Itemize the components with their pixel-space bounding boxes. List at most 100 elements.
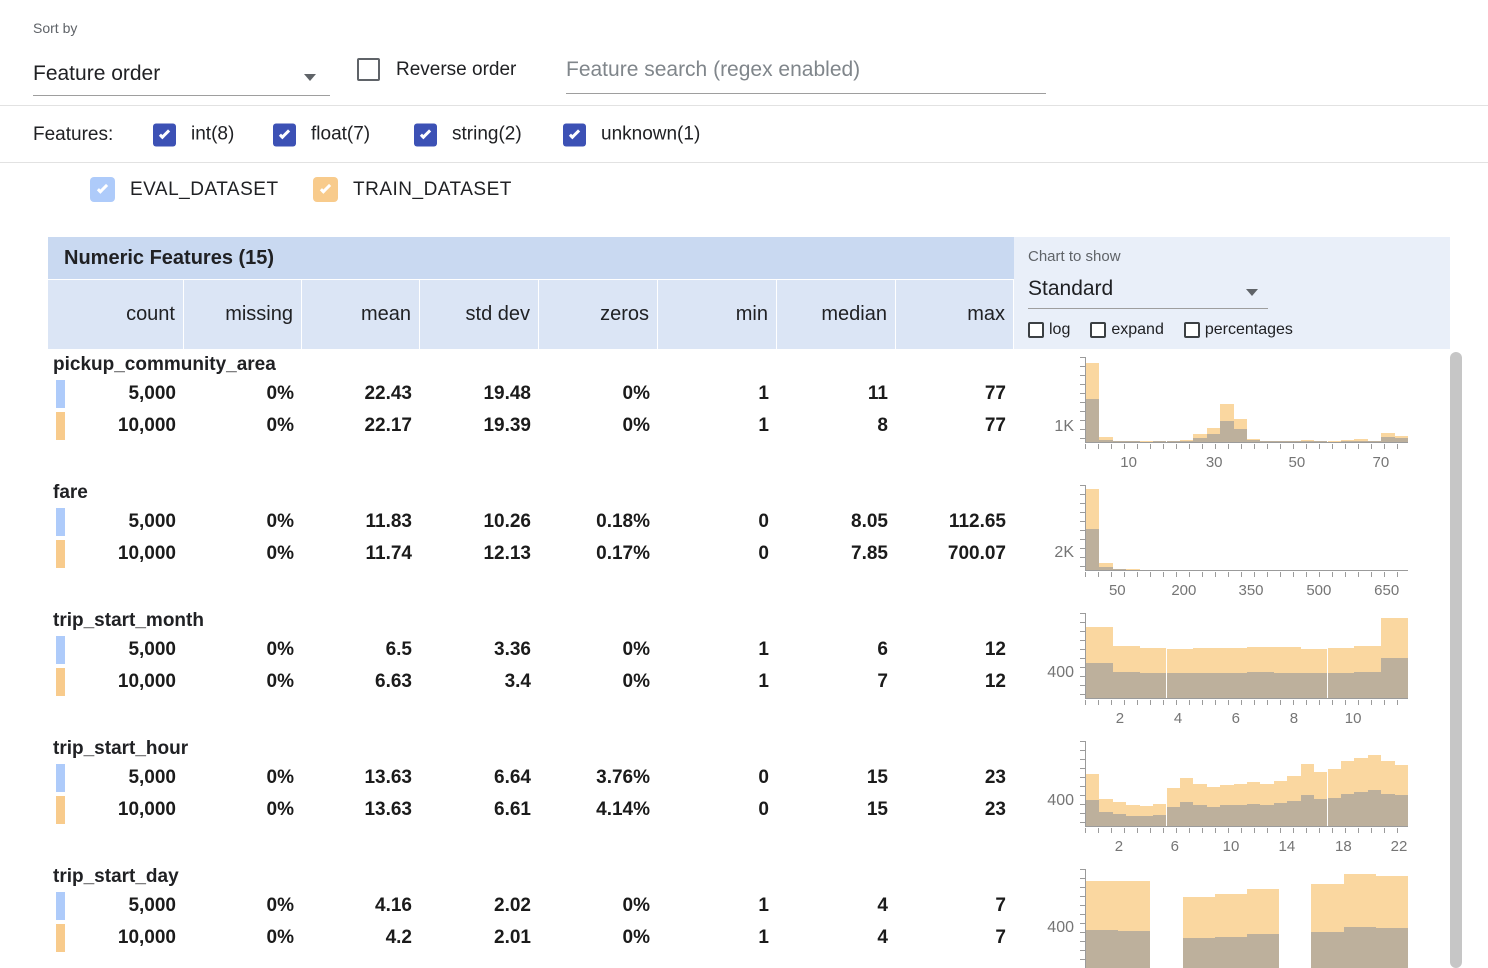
stat-value: 10.26 — [420, 506, 539, 538]
stat-value: 11 — [777, 378, 896, 410]
y-axis-ticks — [1080, 869, 1085, 968]
stat-value: 6.5 — [302, 634, 420, 666]
histogram-pickup_community_area: 1K 10305070 — [1014, 357, 1434, 479]
reverse-order-control: Reverse order — [357, 58, 516, 81]
stat-value: 0 — [658, 538, 777, 570]
filter-item-unknown: unknown(1) — [563, 123, 700, 146]
eval-dataset-checkbox[interactable] — [90, 177, 115, 202]
sort-by-value: Feature order — [33, 62, 160, 86]
dataset-item-train: TRAIN_DATASET — [313, 177, 512, 202]
x-axis-labels: 2610141822 — [1085, 827, 1408, 855]
log-label: log — [1049, 321, 1070, 339]
histogram-plot — [1085, 613, 1408, 699]
percentages-checkbox[interactable] — [1184, 322, 1200, 338]
stat-value: 2.02 — [420, 890, 539, 922]
x-axis-labels: 10305070 — [1085, 443, 1408, 471]
y-axis-tick-label: 400 — [1047, 664, 1074, 682]
stat-value: 0% — [184, 410, 302, 442]
string-filter-checkbox[interactable] — [414, 123, 437, 146]
stat-value: 6.64 — [420, 762, 539, 794]
stat-value: 0% — [184, 762, 302, 794]
numeric-features-title: Numeric Features (15) — [48, 237, 1014, 279]
stat-value: 6 — [777, 634, 896, 666]
dataset-legend-row: EVAL_DATASET TRAIN_DATASET — [0, 163, 1488, 237]
stat-value: 4 — [777, 890, 896, 922]
stat-value: 7 — [896, 890, 1014, 922]
features-filter-label: Features: — [33, 124, 113, 146]
stat-value: 6.63 — [302, 666, 420, 698]
int-filter-checkbox[interactable] — [153, 123, 176, 146]
train-stats-row: 10,0000%11.7412.130.17%07.85700.07 — [48, 538, 1014, 570]
log-checkbox[interactable] — [1028, 322, 1044, 338]
stat-value: 0% — [184, 634, 302, 666]
x-axis-tick-label: 10 — [1120, 454, 1137, 471]
column-header: zeros — [539, 280, 658, 349]
stat-value: 0% — [539, 666, 658, 698]
stat-value: 1 — [658, 410, 777, 442]
feature-name: trip_start_hour — [48, 736, 1014, 762]
reverse-order-checkbox[interactable] — [357, 58, 380, 81]
x-axis-tick-label: 8 — [1290, 710, 1298, 727]
x-axis-tick-label: 22 — [1391, 838, 1408, 855]
y-axis-ticks — [1080, 741, 1085, 827]
train-dataset-checkbox[interactable] — [313, 177, 338, 202]
stat-value: 1 — [658, 922, 777, 954]
y-axis-ticks — [1080, 357, 1085, 443]
train-color-swatch — [56, 796, 65, 824]
stat-value: 23 — [896, 762, 1014, 794]
x-axis-tick-label: 350 — [1239, 582, 1264, 599]
reverse-order-label: Reverse order — [396, 59, 516, 81]
train-stats-row: 10,0000%22.1719.390%1877 — [48, 410, 1014, 442]
feature-search-input[interactable] — [566, 52, 1046, 94]
histogram-plot — [1085, 741, 1408, 827]
dataset-item-eval: EVAL_DATASET — [90, 177, 279, 202]
stat-value: 0.18% — [539, 506, 658, 538]
stat-value: 5,000 — [48, 762, 184, 794]
unknown-filter-checkbox[interactable] — [563, 123, 586, 146]
column-header: std dev — [420, 280, 539, 349]
x-axis-labels: 246810 — [1085, 699, 1408, 727]
x-axis-tick-label: 4 — [1174, 710, 1182, 727]
stat-value: 11.83 — [302, 506, 420, 538]
stat-value: 1 — [658, 890, 777, 922]
check-icon — [97, 182, 108, 193]
stat-value: 1 — [658, 666, 777, 698]
feature-block-trip_start_hour: trip_start_hour 5,0000%13.636.643.76%015… — [0, 736, 1450, 864]
feature-block-trip_start_day: trip_start_day 5,0000%4.162.020%147 10,0… — [0, 864, 1450, 968]
feature-block-trip_start_month: trip_start_month 5,0000%6.53.360%1612 10… — [0, 608, 1450, 736]
eval-stats-row: 5,0000%6.53.360%1612 — [48, 634, 1014, 666]
column-header: count — [48, 280, 184, 349]
column-header: missing — [184, 280, 302, 349]
filter-item-float: float(7) — [273, 123, 370, 146]
histogram-plot — [1085, 869, 1408, 968]
expand-checkbox[interactable] — [1090, 322, 1106, 338]
stat-value: 1 — [658, 378, 777, 410]
y-axis-tick-label: 1K — [1054, 418, 1074, 436]
stat-value: 23 — [896, 794, 1014, 826]
filter-item-string: string(2) — [414, 123, 522, 146]
stat-value: 10,000 — [48, 538, 184, 570]
int-filter-label: int(8) — [191, 124, 234, 146]
stat-value: 10,000 — [48, 922, 184, 954]
stat-value: 8.05 — [777, 506, 896, 538]
chart-type-select[interactable]: Standard — [1028, 271, 1268, 309]
stat-value: 7 — [777, 666, 896, 698]
vertical-scrollbar-thumb[interactable] — [1450, 352, 1462, 968]
eval-stats-row: 5,0000%13.636.643.76%01523 — [48, 762, 1014, 794]
sort-by-select[interactable]: Feature order — [33, 52, 330, 96]
feature-search-field — [566, 52, 1046, 94]
x-axis-tick-label: 2 — [1116, 710, 1124, 727]
stat-value: 112.65 — [896, 506, 1014, 538]
x-axis-tick-label: 50 — [1109, 582, 1126, 599]
float-filter-checkbox[interactable] — [273, 123, 296, 146]
train-stats-row: 10,0000%13.636.614.14%01523 — [48, 794, 1014, 826]
stat-value: 8 — [777, 410, 896, 442]
chart-to-show-label: Chart to show — [1028, 248, 1121, 265]
stat-value: 6.61 — [420, 794, 539, 826]
stat-value: 19.39 — [420, 410, 539, 442]
stat-value: 0% — [184, 890, 302, 922]
stat-value: 4.14% — [539, 794, 658, 826]
stat-value: 19.48 — [420, 378, 539, 410]
column-header: max — [896, 280, 1014, 349]
stat-value: 11.74 — [302, 538, 420, 570]
